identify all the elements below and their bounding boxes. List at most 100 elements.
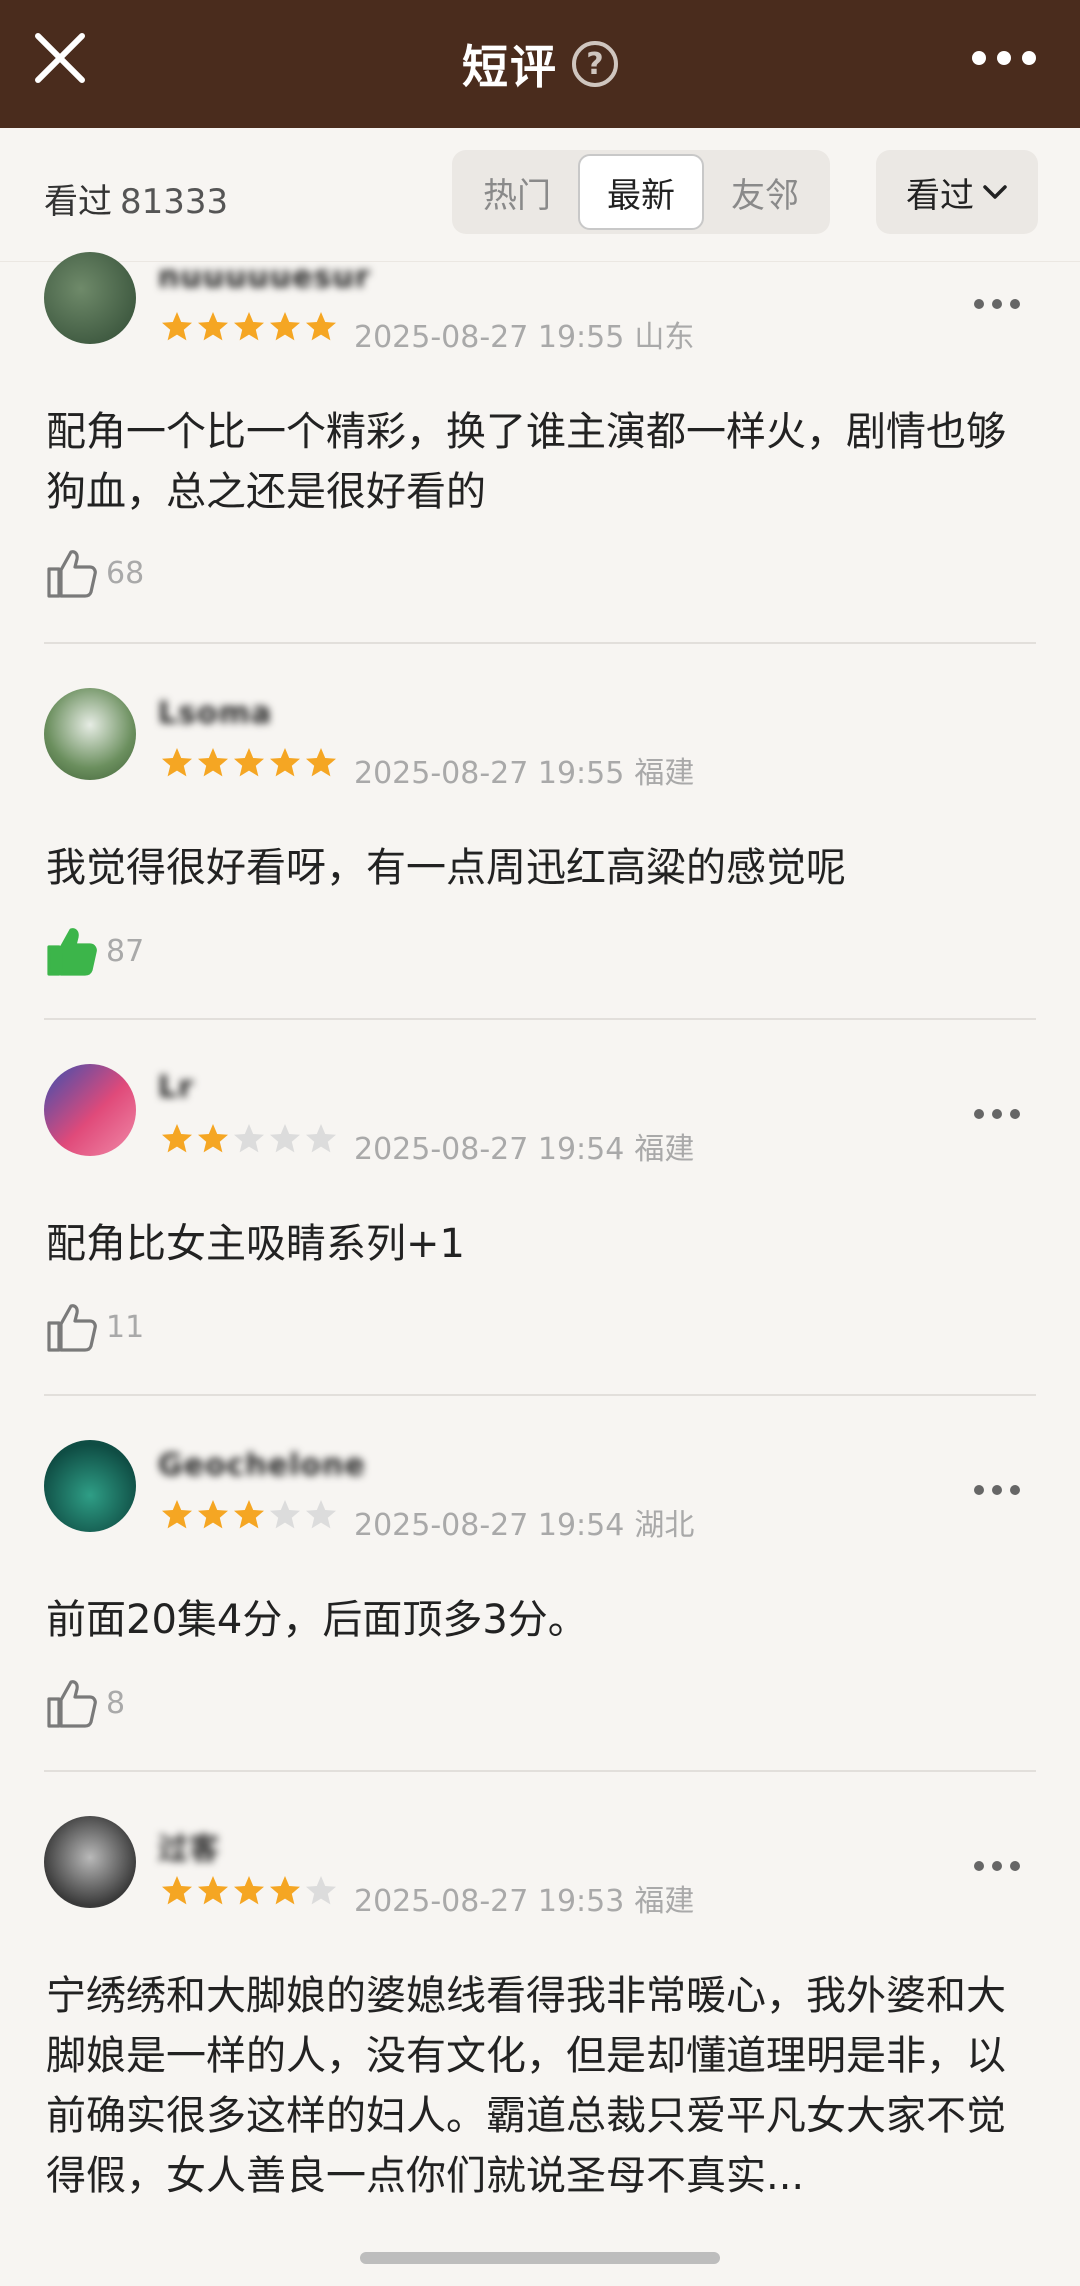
star-filled-icon (270, 312, 300, 341)
divider (44, 1394, 1036, 1396)
seen-count-label: 看过 (44, 182, 112, 222)
review-meta: 2025-08-27 19:55 山东 (354, 312, 694, 356)
review-content[interactable]: 我觉得很好看呀，有一点周迅红高粱的感觉呢 (46, 838, 1036, 898)
review-time: 2025-08-27 19:54 (354, 1508, 625, 1543)
review-time: 2025-08-27 19:55 (354, 756, 625, 791)
like-count: 8 (106, 1685, 126, 1721)
review-location: 山东 (634, 320, 695, 355)
review-location: 福建 (634, 756, 695, 791)
star-filled-icon (198, 312, 228, 341)
like-count: 11 (106, 1309, 145, 1345)
star-filled-icon (234, 1876, 264, 1905)
star-filled-icon (234, 1500, 264, 1529)
star-filled-icon (198, 1124, 228, 1153)
review-content[interactable]: 宁绣绣和大脚娘的婆媳线看得我非常暖心，我外婆和大脚娘是一样的人，没有文化，但是却… (46, 1966, 1036, 2266)
review-more-button[interactable] (974, 1860, 1020, 1872)
like-button[interactable]: 8 (44, 1676, 125, 1730)
rating-stars (160, 310, 338, 344)
username[interactable]: Lr (158, 1070, 194, 1105)
home-indicator[interactable] (360, 2252, 720, 2264)
avatar[interactable] (44, 252, 136, 344)
review-location: 福建 (634, 1132, 695, 1167)
like-button[interactable]: 11 (44, 1300, 144, 1354)
rating-stars (160, 1874, 338, 1908)
avatar[interactable] (44, 1064, 136, 1156)
review-content[interactable]: 配角比女主吸睛系列+1 (46, 1214, 1036, 1274)
status-dropdown[interactable]: 看过 (876, 150, 1038, 234)
avatar[interactable] (44, 1816, 136, 1908)
rating-stars (160, 1122, 338, 1156)
review-content[interactable]: 前面20集4分，后面顶多3分。 (46, 1590, 1036, 1650)
page-title: 短评 (462, 40, 558, 94)
seen-count: 看过 81333 (44, 174, 228, 223)
review-meta: 2025-08-27 19:54 湖北 (354, 1500, 694, 1544)
help-icon[interactable]: ? (572, 41, 618, 87)
star-empty-icon (306, 1500, 336, 1529)
more-dot-icon (1022, 51, 1036, 65)
thumbs-up-icon (47, 1304, 97, 1352)
star-filled-icon (198, 1500, 228, 1529)
star-filled-icon (306, 312, 336, 341)
review-location: 福建 (634, 1884, 695, 1919)
username[interactable]: nuuuuuesur (158, 260, 371, 295)
username[interactable]: Lsoma (158, 696, 272, 731)
star-filled-icon (162, 1876, 192, 1905)
like-count: 87 (106, 933, 145, 969)
seen-count-value: 81333 (120, 182, 229, 222)
chevron-down-icon (983, 185, 1007, 199)
thumbs-up-icon (47, 550, 97, 598)
star-empty-icon (234, 1124, 264, 1153)
star-filled-icon (270, 1876, 300, 1905)
sort-tabs: 热门 最新 友邻 (452, 150, 830, 234)
like-count: 68 (106, 555, 145, 591)
review-meta: 2025-08-27 19:55 福建 (354, 748, 694, 792)
star-filled-icon (198, 1876, 228, 1905)
review-time: 2025-08-27 19:55 (354, 320, 625, 355)
review-more-button[interactable] (974, 1484, 1020, 1496)
thumbs-up-icon (47, 1680, 97, 1728)
star-filled-icon (162, 312, 192, 341)
avatar[interactable] (44, 1440, 136, 1532)
title-group: 短评 ? (0, 0, 1080, 128)
star-empty-icon (306, 1124, 336, 1153)
top-bar: 短评 ? (0, 0, 1080, 128)
review-content[interactable]: 配角一个比一个精彩，换了谁主演都一样火，剧情也够狗血，总之还是很好看的 (46, 402, 1036, 522)
divider (44, 642, 1036, 644)
review-more-button[interactable] (974, 1108, 1020, 1120)
tab-latest[interactable]: 最新 (578, 154, 704, 230)
avatar[interactable] (44, 688, 136, 780)
review-time: 2025-08-27 19:54 (354, 1132, 625, 1167)
star-filled-icon (162, 1124, 192, 1153)
username[interactable]: Geochelone (158, 1448, 366, 1483)
star-empty-icon (306, 1876, 336, 1905)
thumbs-up-icon (47, 928, 97, 976)
review-time: 2025-08-27 19:53 (354, 1884, 625, 1919)
rating-stars (160, 746, 338, 780)
review-meta: 2025-08-27 19:53 福建 (354, 1876, 694, 1920)
divider (44, 1018, 1036, 1020)
star-filled-icon (162, 748, 192, 777)
more-options-button[interactable] (972, 48, 1036, 68)
star-empty-icon (270, 1500, 300, 1529)
rating-stars (160, 1498, 338, 1532)
divider (44, 1770, 1036, 1772)
tab-friends[interactable]: 友邻 (704, 154, 826, 230)
review-location: 湖北 (634, 1508, 695, 1543)
more-dot-icon (997, 51, 1011, 65)
star-filled-icon (162, 1500, 192, 1529)
star-filled-icon (306, 748, 336, 777)
review-more-button[interactable] (974, 298, 1020, 310)
star-filled-icon (234, 312, 264, 341)
tab-hot[interactable]: 热门 (456, 154, 578, 230)
username[interactable]: 过客 (158, 1824, 220, 1867)
star-empty-icon (270, 1124, 300, 1153)
filter-bar: 看过 81333 热门 最新 友邻 看过 (0, 128, 1080, 262)
status-dropdown-label: 看过 (906, 175, 974, 216)
star-filled-icon (198, 748, 228, 777)
star-filled-icon (270, 748, 300, 777)
star-filled-icon (234, 748, 264, 777)
like-button[interactable]: 87 (44, 924, 144, 978)
review-meta: 2025-08-27 19:54 福建 (354, 1124, 694, 1168)
more-dot-icon (972, 51, 986, 65)
like-button[interactable]: 68 (44, 546, 144, 600)
